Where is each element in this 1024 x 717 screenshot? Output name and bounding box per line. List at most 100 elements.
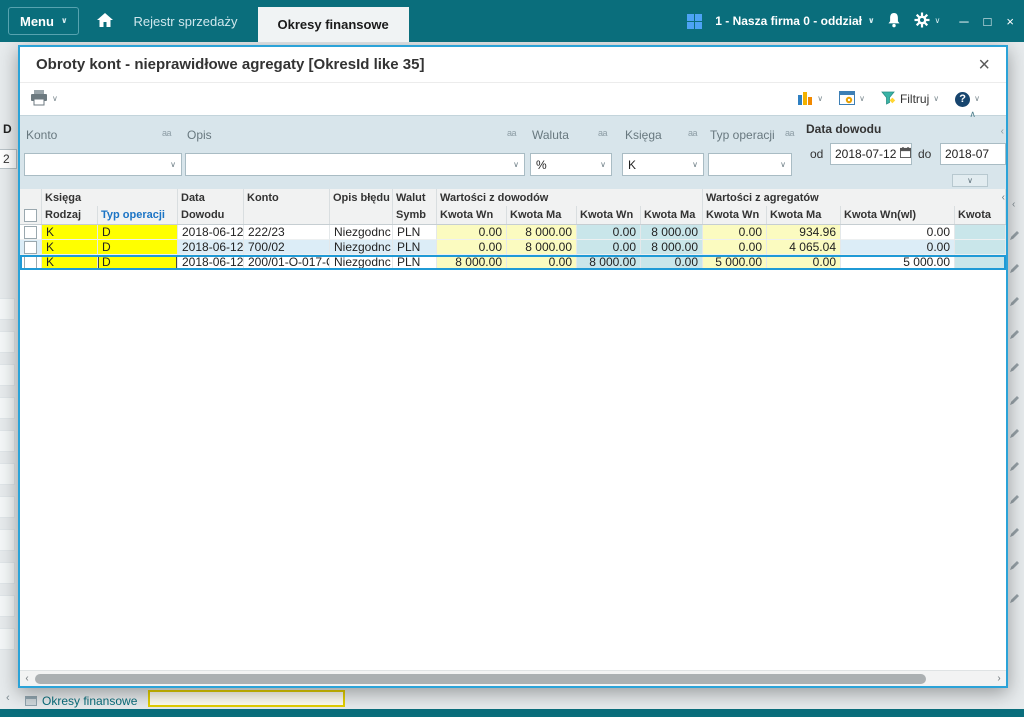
menu-button[interactable]: Menu ∨ — [8, 7, 79, 35]
print-button[interactable]: ∨ — [30, 90, 58, 109]
table-row[interactable]: KD2018-06-12222/23NiezgodncPLN0.008 000.… — [20, 225, 1006, 240]
dialog-close-icon[interactable]: × — [978, 55, 990, 75]
results-grid: Księga Data Konto Opis błędu Walut Warto… — [20, 189, 1006, 670]
date-od-input[interactable]: 2018-07-12 — [830, 143, 912, 165]
help-button[interactable]: ? ∨ — [955, 92, 980, 107]
cell-typ_operacji: D — [98, 255, 178, 270]
table-settings-button[interactable]: ∨ — [839, 91, 865, 108]
match-case-icon[interactable]: aa — [162, 128, 171, 138]
table-row[interactable]: KD2018-06-12200/01-O-017-CNiezgodncPLN8 … — [20, 255, 1006, 270]
horizontal-scrollbar[interactable]: ‹ › — [20, 670, 1006, 686]
date-do-input[interactable]: 2018-07 — [940, 143, 1006, 165]
row-checkbox-cell[interactable] — [20, 225, 42, 240]
cell-typ_operacji: D — [98, 240, 178, 255]
tab-rejestr-sprzedazy[interactable]: Rejestr sprzedaży — [113, 0, 257, 42]
company-selector[interactable]: 1 - Nasza firma 0 - oddział ∨ — [715, 14, 874, 28]
scrollbar-track[interactable] — [34, 671, 992, 686]
filter-button[interactable]: Filtruj ∨ — [881, 91, 939, 108]
filter-opis-combobox[interactable]: ∨ — [185, 153, 525, 176]
calendar-icon[interactable] — [900, 147, 911, 161]
column-header-kwota_ostatnia[interactable]: Kwota — [955, 206, 1006, 224]
column-header-agregaty_kwota_ma[interactable]: Kwota Ma — [767, 206, 841, 224]
match-case-icon[interactable]: aa — [688, 128, 697, 138]
scroll-left-icon[interactable]: ‹ — [20, 673, 34, 684]
chevron-down-icon: ∨ — [775, 160, 786, 169]
date-do-label: do — [918, 147, 931, 161]
side-panel-toggle-icon[interactable]: ‹ — [1002, 192, 1005, 203]
maximize-button[interactable]: □ — [984, 14, 992, 29]
cell-agregaty_kwota_wn: 0.00 — [703, 240, 767, 255]
row-checkbox-cell[interactable] — [20, 255, 42, 270]
cell-dowody_kwota_ma: 8 000.00 — [507, 240, 577, 255]
close-window-button[interactable]: × — [1006, 14, 1014, 29]
table-row[interactable]: KD2018-06-12700/02NiezgodncPLN0.008 000.… — [20, 240, 1006, 255]
column-header-typ_operacji[interactable]: Typ operacji — [98, 206, 178, 224]
dialog-header: Obroty kont - nieprawidłowe agregaty [Ok… — [20, 47, 1006, 83]
column-header-dowody_kwota_wn[interactable]: Kwota Wn — [437, 206, 507, 224]
background-edit-pencil-icon — [1010, 296, 1020, 306]
column-header-konto[interactable] — [244, 206, 330, 224]
cell-kwota_ostatnia — [955, 255, 1006, 270]
filter-konto-combobox[interactable]: ∨ — [24, 153, 182, 176]
column-header-kwota_wn_2[interactable]: Kwota Wn — [577, 206, 641, 224]
match-case-icon[interactable]: aa — [598, 128, 607, 138]
cell-kwota_ostatnia — [955, 225, 1006, 240]
row-checkbox[interactable] — [24, 226, 37, 239]
group-header-empty — [20, 189, 42, 206]
background-value-field: 2 — [0, 149, 17, 169]
column-header-dowody_kwota_ma[interactable]: Kwota Ma — [507, 206, 577, 224]
row-checkbox-cell[interactable] — [20, 240, 42, 255]
chevron-down-icon: ∨ — [687, 160, 698, 169]
tab-okresy-finansowe[interactable]: Okresy finansowe — [258, 7, 409, 42]
background-row-stub — [0, 595, 15, 617]
chart-button[interactable]: ∨ — [797, 91, 823, 108]
cell-dowody_kwota_ma: 0.00 — [507, 255, 577, 270]
home-icon — [97, 13, 113, 30]
apps-grid-icon[interactable] — [687, 14, 702, 29]
grid-body: KD2018-06-12222/23NiezgodncPLN0.008 000.… — [20, 225, 1006, 270]
group-header-wartosci-z-dowodow[interactable]: Wartości z dowodów — [437, 189, 703, 206]
cell-kwota_wn_2: 8 000.00 — [577, 255, 641, 270]
group-header-ksiega[interactable]: Księga — [42, 189, 178, 206]
cell-dowody_kwota_wn: 0.00 — [437, 240, 507, 255]
background-row-stub — [0, 298, 15, 320]
filter-waluta-combobox[interactable]: % ∨ — [530, 153, 612, 176]
column-header-data[interactable]: Data — [178, 189, 244, 206]
column-header-agregaty_kwota_wn[interactable]: Kwota Wn — [703, 206, 767, 224]
notifications-bell-icon[interactable] — [887, 12, 901, 31]
background-tab-icon — [25, 695, 37, 707]
column-header-opis-bledu[interactable]: Opis błędu — [330, 189, 393, 206]
match-case-icon[interactable]: aa — [507, 128, 516, 138]
column-header-waluta_symbol[interactable]: Symb — [393, 206, 437, 224]
filter-ksiega-combobox[interactable]: K ∨ — [622, 153, 704, 176]
column-header-opis_bledu[interactable] — [330, 206, 393, 224]
background-selected-cell — [148, 690, 345, 707]
column-header-konto[interactable]: Konto — [244, 189, 330, 206]
date-do-value: 2018-07 — [945, 147, 989, 161]
filter-label-konto: Konto — [26, 128, 57, 142]
expand-filter-chevron-down-button[interactable]: ∨ — [952, 174, 988, 187]
row-checkbox[interactable] — [24, 256, 37, 269]
background-edit-pencil-icon — [1010, 428, 1020, 438]
column-header-kwota_ma_2[interactable]: Kwota Ma — [641, 206, 703, 224]
scroll-right-icon[interactable]: › — [992, 673, 1006, 684]
cell-agregaty_kwota_ma: 934.96 — [767, 225, 841, 240]
filter-typ-operacji-combobox[interactable]: ∨ — [708, 153, 792, 176]
scrollbar-thumb[interactable] — [35, 674, 926, 684]
background-row-stub — [0, 529, 15, 551]
collapse-filter-chevron-up-icon[interactable]: ∧ — [969, 109, 976, 120]
match-case-icon[interactable]: aa — [785, 128, 794, 138]
select-all-column-header[interactable] — [20, 206, 42, 224]
home-button[interactable] — [97, 13, 113, 30]
background-row-stub — [0, 331, 15, 353]
column-header-data_dowodu[interactable]: Dowodu — [178, 206, 244, 224]
select-all-checkbox[interactable] — [24, 209, 37, 222]
settings-gear-button[interactable]: ∨ — [914, 12, 940, 31]
filter-scroll-left-icon[interactable]: ‹ — [1001, 126, 1004, 137]
column-header-waluta[interactable]: Walut — [393, 189, 437, 206]
row-checkbox[interactable] — [24, 241, 37, 254]
group-header-wartosci-z-agregatow[interactable]: Wartości z agregatów — [703, 189, 1006, 206]
column-header-rodzaj[interactable]: Rodzaj — [42, 206, 98, 224]
column-header-kwota_wn_wl[interactable]: Kwota Wn(wl) — [841, 206, 955, 224]
minimize-button[interactable]: ─ — [959, 14, 968, 29]
